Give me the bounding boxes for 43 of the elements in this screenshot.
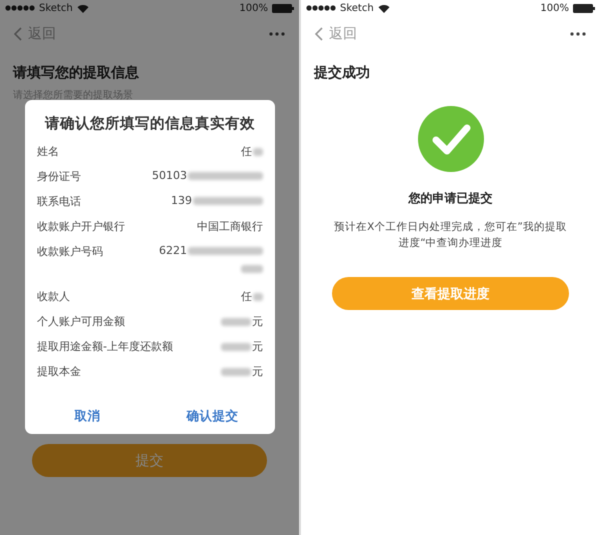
field-label: 收款人 xyxy=(37,289,70,304)
chevron-left-icon xyxy=(14,27,22,41)
field-label: 联系电话 xyxy=(37,194,81,209)
field-value: 任 xyxy=(241,144,252,159)
unit-label: 元 xyxy=(252,364,263,379)
battery-icon xyxy=(573,4,595,12)
dialog-button[interactable]: 取消 xyxy=(25,398,150,434)
submit-button[interactable]: 提交 xyxy=(32,444,267,477)
field-label: 姓名 xyxy=(37,144,59,159)
field-label: 提取本金 xyxy=(37,364,81,379)
chevron-left-icon xyxy=(315,27,323,41)
success-message: 预计在X个工作日内处理完成，您可在”我的提取进度“中查询办理进度 xyxy=(333,220,568,251)
dialog-button[interactable]: 确认提交 xyxy=(150,398,275,434)
field-label: 身份证号 xyxy=(37,169,81,184)
success-check-icon xyxy=(418,106,484,172)
carrier-name: Sketch xyxy=(39,2,73,14)
field-value: 139 xyxy=(171,194,192,207)
back-button[interactable]: 返回 xyxy=(315,25,357,43)
signal-icon xyxy=(306,5,336,11)
field-value: 6221 xyxy=(159,244,187,257)
success-heading: 您的申请已提交 xyxy=(407,190,494,207)
wifi-icon xyxy=(378,4,390,12)
field-label: 个人账户可用金额 xyxy=(37,314,125,329)
unit-label: 元 xyxy=(252,314,263,329)
battery-level: 100% xyxy=(540,2,569,14)
wifi-icon xyxy=(76,4,89,12)
field-value: 任 xyxy=(241,289,252,304)
field-value: 中国工商银行 xyxy=(197,219,263,234)
field-label: 收款账户开户银行 xyxy=(37,219,125,234)
field-label: 收款账户号码 xyxy=(37,244,103,259)
dialog-title: 请确认您所填写的信息真实有效 xyxy=(44,114,256,134)
view-progress-button[interactable]: 查看提取进度 xyxy=(332,277,569,310)
battery-icon xyxy=(272,4,294,12)
field-value: 50103 xyxy=(152,169,187,182)
signal-icon xyxy=(5,5,35,11)
more-icon xyxy=(570,32,586,36)
field-label: 提取用途金额-上年度还款额 xyxy=(37,339,173,354)
more-icon xyxy=(269,32,285,36)
battery-level: 100% xyxy=(239,2,268,14)
page-title: 请填写您的提取信息 xyxy=(12,64,140,82)
unit-label: 元 xyxy=(252,339,263,354)
carrier-name: Sketch xyxy=(340,2,374,14)
page-title: 提交成功 xyxy=(312,64,371,82)
